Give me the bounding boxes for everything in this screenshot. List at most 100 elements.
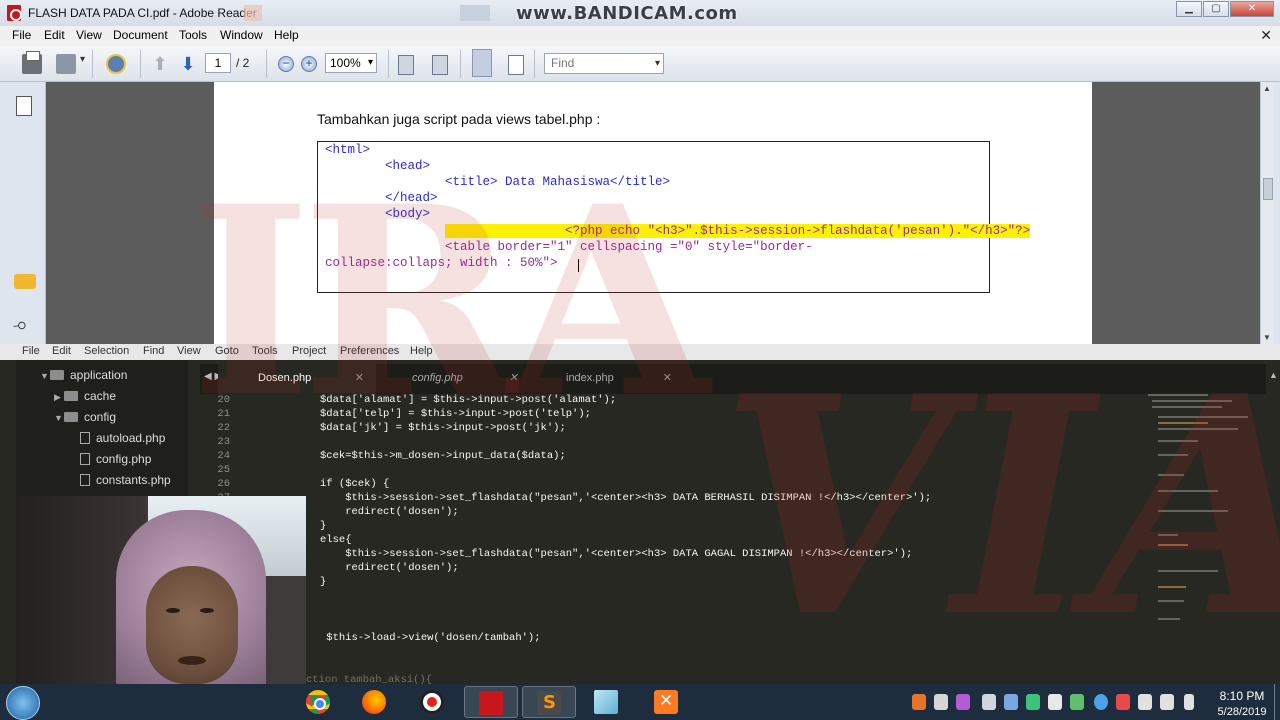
find-input[interactable]: Find bbox=[544, 53, 664, 74]
volume-icon[interactable] bbox=[1160, 694, 1174, 710]
tray-sync-icon[interactable] bbox=[1026, 694, 1040, 710]
tray-display-icon[interactable] bbox=[1048, 694, 1062, 710]
tray-arrow-icon[interactable] bbox=[982, 694, 996, 710]
file-icon bbox=[80, 474, 90, 486]
tray-network-icon[interactable] bbox=[1094, 694, 1108, 710]
taskbar-recorder[interactable] bbox=[406, 686, 460, 718]
taskbar bbox=[0, 684, 1280, 720]
taskbar-sticky-notes[interactable] bbox=[580, 686, 634, 718]
taskbar-xampp[interactable] bbox=[640, 686, 694, 718]
clock-date[interactable]: 5/28/2019 bbox=[1210, 706, 1274, 718]
highlight-span: <?php echo "<h3>".$this->session->flashd… bbox=[445, 224, 1031, 238]
tree-label: autoload.php bbox=[96, 431, 166, 445]
tray-alert-icon[interactable] bbox=[1116, 694, 1130, 710]
menu-tools[interactable]: Tools bbox=[179, 28, 207, 42]
taskbar-adobe-reader[interactable] bbox=[464, 686, 518, 718]
document-scrollbar[interactable]: ▲ ▼ bbox=[1260, 82, 1274, 344]
zoom-level-select[interactable]: 100% bbox=[325, 53, 377, 73]
tab-close-icon[interactable]: ✕ bbox=[509, 364, 518, 392]
tree-folder-config[interactable]: ▼ config bbox=[54, 410, 116, 424]
clock-time[interactable]: 8:10 PM bbox=[1212, 689, 1272, 703]
create-pdf-icon[interactable] bbox=[56, 54, 85, 74]
code-line: $this->load->view('dosen/tambah'); bbox=[320, 632, 541, 644]
document-close-icon[interactable]: ✕ bbox=[1260, 27, 1272, 44]
taskbar-sublime[interactable] bbox=[522, 686, 576, 718]
tab-config[interactable]: config.php ✕ bbox=[372, 364, 530, 394]
collapse-arrow-icon: ▶ bbox=[54, 392, 61, 402]
editor-menu-tools[interactable]: Tools bbox=[252, 345, 278, 357]
bluetooth-icon[interactable] bbox=[1004, 694, 1018, 710]
scroll-down-icon[interactable]: ▼ bbox=[1263, 333, 1271, 342]
menu-file[interactable]: File bbox=[12, 28, 31, 42]
scroll-up-icon[interactable]: ▲ bbox=[1269, 370, 1278, 380]
editor-menu-file[interactable]: File bbox=[22, 345, 40, 357]
editor-menu-project[interactable]: Project bbox=[292, 345, 326, 357]
editor-menu-view[interactable]: View bbox=[177, 345, 201, 357]
tab-close-icon[interactable]: ✕ bbox=[355, 364, 364, 392]
editor-menu-goto[interactable]: Goto bbox=[215, 345, 239, 357]
menu-window[interactable]: Window bbox=[220, 28, 263, 42]
editor-menu-edit[interactable]: Edit bbox=[52, 345, 71, 357]
tree-file-autoload[interactable]: autoload.php bbox=[80, 431, 165, 445]
collaborate-icon[interactable] bbox=[106, 54, 126, 74]
fit-width-icon[interactable] bbox=[432, 55, 448, 75]
taskbar-firefox[interactable] bbox=[348, 686, 402, 718]
tree-folder-application[interactable]: ▼ application bbox=[40, 368, 127, 382]
show-desktop-button[interactable] bbox=[1274, 684, 1280, 720]
editor-menu-selection[interactable]: Selection bbox=[84, 345, 129, 357]
editor-scrollbar[interactable]: ▲ bbox=[1266, 364, 1280, 690]
editor-menu-find[interactable]: Find bbox=[143, 345, 164, 357]
signal-icon[interactable] bbox=[1138, 694, 1152, 710]
minimap[interactable] bbox=[1148, 394, 1258, 634]
tree-file-config[interactable]: config.php bbox=[80, 452, 151, 466]
code-line: if ($cek) { bbox=[320, 478, 390, 490]
tray-xampp-icon[interactable] bbox=[912, 694, 926, 710]
tab-close-icon[interactable]: ✕ bbox=[663, 364, 672, 392]
line-number: 22 bbox=[217, 422, 230, 434]
menu-edit[interactable]: Edit bbox=[44, 28, 65, 42]
scrolling-mode-icon[interactable] bbox=[472, 49, 492, 77]
maximize-button[interactable]: ▢ bbox=[1203, 1, 1229, 17]
code-line: redirect('dosen'); bbox=[320, 562, 459, 574]
code-line: else{ bbox=[320, 534, 352, 546]
taskbar-chrome[interactable] bbox=[292, 686, 346, 718]
previous-page-icon[interactable]: ⬆ bbox=[150, 54, 170, 74]
chrome-icon bbox=[306, 690, 330, 714]
tab-dosen[interactable]: Dosen.php ✕ bbox=[218, 364, 376, 394]
pages-panel-icon[interactable] bbox=[16, 96, 32, 116]
webcam-overlay bbox=[16, 496, 306, 684]
menu-help[interactable]: Help bbox=[274, 28, 299, 42]
attachments-icon[interactable]: ⌕ bbox=[9, 311, 36, 339]
next-page-icon[interactable]: ⬇ bbox=[178, 54, 198, 74]
start-button[interactable] bbox=[6, 686, 40, 720]
editor-menu-preferences[interactable]: Preferences bbox=[340, 345, 399, 357]
battery-icon[interactable] bbox=[1184, 694, 1194, 710]
tree-folder-cache[interactable]: ▶ cache bbox=[54, 389, 116, 403]
comments-icon[interactable] bbox=[14, 274, 36, 289]
fit-page-icon[interactable] bbox=[398, 55, 414, 75]
code-line: $this->session->set_flashdata("pesan",'<… bbox=[320, 492, 932, 504]
zoom-out-icon[interactable]: − bbox=[278, 56, 294, 72]
single-page-icon[interactable] bbox=[508, 55, 524, 75]
tray-pen-icon[interactable] bbox=[956, 694, 970, 710]
menu-document[interactable]: Document bbox=[113, 28, 168, 42]
page-number-input[interactable]: 1 bbox=[205, 53, 231, 73]
menu-view[interactable]: View bbox=[76, 28, 102, 42]
tree-label: constants.php bbox=[96, 473, 171, 487]
recorder-watermark: www.BANDICAM.com bbox=[516, 3, 738, 24]
scroll-thumb[interactable] bbox=[1263, 178, 1273, 200]
close-button[interactable]: ✕ bbox=[1230, 1, 1274, 17]
zoom-in-icon[interactable]: + bbox=[301, 56, 317, 72]
print-icon[interactable] bbox=[22, 51, 42, 74]
tray-security-icon[interactable] bbox=[1070, 694, 1084, 710]
scroll-up-icon[interactable]: ▲ bbox=[1263, 84, 1271, 93]
tab-index[interactable]: index.php ✕ bbox=[526, 364, 684, 394]
tree-file-constants[interactable]: constants.php bbox=[80, 473, 171, 487]
minimize-button[interactable]: ▁ bbox=[1176, 1, 1202, 17]
page-total: / 2 bbox=[236, 56, 250, 70]
tray-record-icon[interactable] bbox=[934, 694, 948, 710]
editor-menu-help[interactable]: Help bbox=[410, 345, 433, 357]
adobe-reader-icon bbox=[7, 5, 22, 21]
document-area[interactable]: Tambahkan juga script pada views tabel.p… bbox=[46, 82, 1260, 344]
tab-label: index.php bbox=[566, 372, 614, 384]
